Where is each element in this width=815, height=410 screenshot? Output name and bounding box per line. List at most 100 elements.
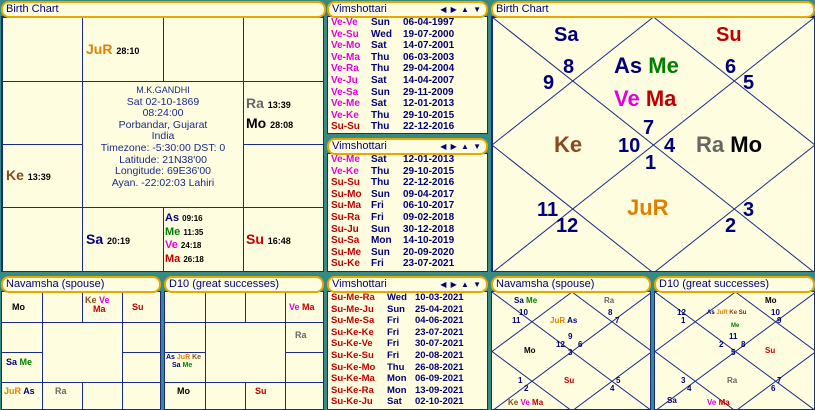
dasha-row[interactable]: Su-Ke-Ju Sat 02-10-2021 — [331, 396, 464, 408]
dasha-date: 30-07-2021 — [415, 338, 464, 350]
dasha-date: 06-10-2017 — [403, 200, 455, 212]
dasha-row[interactable]: Su-Ke-Ve Fri 30-07-2021 — [331, 338, 464, 350]
east-num-2: 2 — [725, 215, 737, 237]
ns-num-4: 4 — [610, 384, 615, 393]
dasha-row[interactable]: Ve-Ra Thu 29-04-2004 — [331, 63, 454, 75]
ns-num-8: 8 — [608, 308, 613, 317]
dasha-day: Sat — [371, 98, 387, 110]
dasha-date: 26-08-2021 — [415, 361, 464, 373]
dasha-row[interactable]: Ve-Ke Thu 29-10-2015 — [331, 166, 454, 178]
dasha-row[interactable]: Ve-Mo Sat 14-07-2001 — [331, 40, 454, 52]
east-sa: Sa — [554, 24, 579, 46]
dasha-row[interactable]: Su-Ju Sun 30-12-2018 — [331, 224, 454, 236]
dasha-date: 22-12-2016 — [403, 177, 455, 189]
d10-south-title[interactable]: D10 (great successes) — [164, 276, 324, 293]
east-num-8: 8 — [563, 56, 575, 78]
dasha-period: Su-Mo — [331, 188, 362, 200]
dasha-row[interactable]: Su-Ke-Ma Mon 06-09-2021 — [331, 373, 464, 385]
vimshottari-title-2[interactable]: Vimshottari ◀ ▶ ▲ ▼ — [327, 138, 488, 155]
dasha-date: 13-09-2021 — [415, 384, 464, 396]
dasha-row[interactable]: Ve-Ke Thu 29-10-2015 — [331, 110, 454, 122]
dasha-row[interactable]: Su-Me-Sa Fri 04-06-2021 — [331, 315, 464, 327]
dasha-period: Su-Ke-Ke — [331, 326, 374, 338]
dasha-row[interactable]: Su-Me-Ju Sun 25-04-2021 — [331, 304, 464, 316]
east-ke: Ke — [554, 132, 583, 157]
d10-diamond-title[interactable]: D10 (great successes) — [654, 276, 815, 293]
dasha-day: Thu — [371, 165, 390, 177]
navamsha-south-title[interactable]: Navamsha (spouse) — [1, 276, 161, 293]
vimshottari-title-3[interactable]: Vimshottari ◀ ▶ ▲ ▼ — [327, 276, 488, 293]
dasha-day: Sun — [371, 188, 390, 200]
dasha-day: Mon — [371, 235, 392, 247]
ds-num-3: 3 — [681, 376, 686, 385]
nav-arrows-1[interactable]: ◀ ▶ ▲ ▼ — [440, 3, 482, 16]
east-num-4: 4 — [664, 135, 676, 157]
dasha-day: Sun — [371, 246, 390, 258]
east-num-7: 7 — [643, 117, 655, 139]
dasha-period: Su-Ke-Mo — [331, 361, 376, 373]
birth-chart-title[interactable]: Birth Chart — [1, 1, 326, 18]
dasha-row[interactable]: Ve-Me Sat 12-01-2013 — [331, 98, 454, 110]
east-num-3: 3 — [743, 199, 755, 221]
dasha-period: Su-Me-Ju — [331, 303, 374, 315]
dasha-row[interactable]: Su-Su Thu 22-12-2016 — [331, 121, 454, 133]
dasha-date: 23-07-2021 — [403, 258, 455, 270]
dasha-period: Ve-Me — [331, 98, 360, 110]
dasha-date: 02-10-2021 — [415, 396, 464, 408]
vimshottari-title-1[interactable]: Vimshottari ◀ ▶ ▲ ▼ — [327, 1, 488, 18]
dn-group: As JuR Ke Sa Me — [166, 354, 202, 369]
dasha-date: 29-11-2009 — [403, 86, 454, 98]
vimshottari-panel-2: Ve-Me Sat 12-01-2013 Ve-Ke Thu 29-10-2015 Su-S… — [327, 153, 488, 272]
dasha-row[interactable]: Ve-Su Wed 19-07-2000 — [331, 29, 454, 41]
dasha-day: Thu — [371, 121, 390, 133]
dasha-row[interactable]: Su-Me-Ra Wed 10-03-2021 — [331, 292, 464, 304]
dasha-date: 12-01-2013 — [403, 154, 455, 165]
dasha-row[interactable]: Ve-Me Sat 12-01-2013 — [331, 154, 454, 166]
dasha-row[interactable]: Ve-Ju Sat 14-04-2007 — [331, 75, 454, 87]
dasha-date: 09-04-2017 — [403, 188, 455, 200]
dasha-date: 14-10-2019 — [403, 235, 455, 247]
east-num-9: 9 — [543, 72, 555, 94]
ns-jur-as: JuR As — [550, 316, 578, 325]
ns-num-7: 7 — [615, 316, 620, 325]
dasha-row[interactable]: Ve-Sa Sun 29-11-2009 — [331, 87, 454, 99]
dasha-date: 06-09-2021 — [415, 373, 464, 385]
dasha-row[interactable]: Su-Ke-Ke Fri 23-07-2021 — [331, 327, 464, 339]
dasha-day: Thu — [371, 51, 390, 63]
dasha-date: 29-10-2015 — [403, 165, 455, 177]
ns-num-12: 12 — [556, 340, 565, 349]
dasha-row[interactable]: Su-Ke-Ra Mon 13-09-2021 — [331, 385, 464, 397]
dasha-period: Ve-Su — [331, 28, 359, 40]
birth-su: Su 16:48 — [246, 231, 291, 247]
dasha-row[interactable]: Su-Ke-Mo Thu 26-08-2021 — [331, 362, 464, 374]
dasha-row[interactable]: Su-Ra Fri 09-02-2018 — [331, 212, 454, 224]
ds-num-2: 2 — [719, 340, 724, 349]
dasha-row[interactable]: Ve-Ve Sun 06-04-1997 — [331, 17, 454, 29]
dasha-row[interactable]: Su-Ma Fri 06-10-2017 — [331, 200, 454, 212]
birth-chart-panel: JuR 28:10 Ra 13:39 Mo 28:08 Ke 13:39 Sa … — [1, 16, 324, 272]
dasha-row[interactable]: Su-Su Thu 22-12-2016 — [331, 177, 454, 189]
birth-planets-group: As 09:16 Me 11:35 Ve 24:18 Ma 26:18 — [165, 212, 204, 265]
dasha-row[interactable]: Su-Ke-Su Fri 20-08-2021 — [331, 350, 464, 362]
longitude: Longitude: 69E36'00 — [114, 165, 211, 178]
ns-num-6: 6 — [578, 340, 583, 349]
east-num-10: 10 — [618, 135, 641, 157]
dasha-day: Wed — [371, 28, 392, 40]
ayanamsa: Ayan. -22:02:03 Lahiri — [111, 176, 215, 189]
navamsha-diamond-title[interactable]: Navamsha (spouse) — [491, 276, 651, 293]
nav-arrows-3[interactable]: ◀ ▶ ▲ ▼ — [440, 278, 482, 291]
dasha-day: Fri — [387, 338, 400, 350]
dasha-period: Ve-Ke — [331, 165, 359, 177]
dasha-period: Ve-Ma — [331, 51, 360, 63]
person-name: M.K.GANDHI — [136, 85, 190, 95]
nav-arrows-2[interactable]: ◀ ▶ ▲ ▼ — [440, 140, 482, 153]
dasha-row[interactable]: Ve-Ma Thu 06-03-2003 — [331, 52, 454, 64]
nn-ke-ve-ma: Ke Ve Ma — [85, 295, 110, 314]
birth-chart-diamond-title[interactable]: Birth Chart — [491, 1, 815, 18]
dasha-row[interactable]: Su-Sa Mon 14-10-2019 — [331, 235, 454, 247]
dasha-period: Su-Sa — [331, 235, 360, 247]
dasha-row[interactable]: Su-Me Sun 20-09-2020 — [331, 247, 454, 259]
dasha-row[interactable]: Su-Ke Fri 23-07-2021 — [331, 258, 454, 270]
dasha-date: 14-04-2007 — [403, 74, 455, 86]
dasha-row[interactable]: Su-Mo Sun 09-04-2017 — [331, 189, 454, 201]
